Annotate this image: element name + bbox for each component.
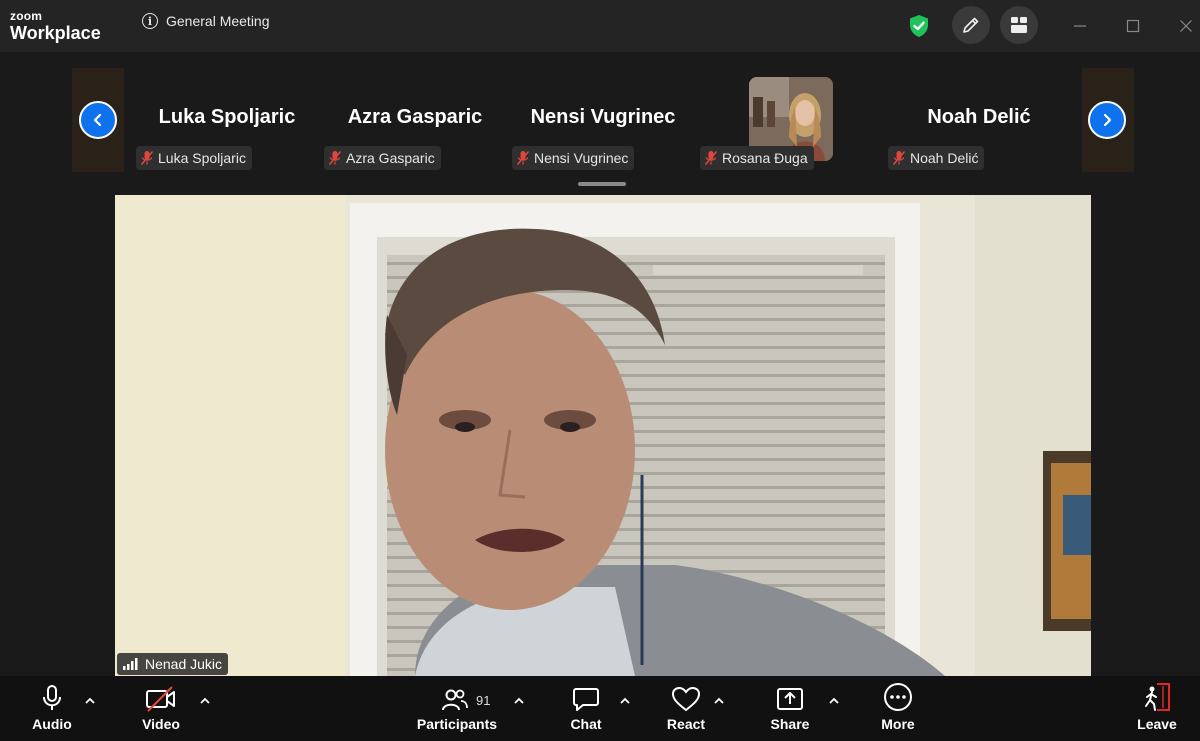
audio-button[interactable]: Audio [24,676,80,741]
more-icon [884,683,912,711]
participant-tile[interactable]: Luka Spoljaric Luka Spoljaric [133,68,321,172]
meeting-info-button[interactable]: i General Meeting [142,13,270,29]
more-button[interactable]: More [872,676,924,741]
close-icon [1180,20,1192,32]
share-screen-icon [777,688,803,710]
mic-muted-icon [516,151,530,165]
participants-count: 91 [476,693,491,708]
strip-next-button[interactable] [1088,101,1126,139]
maximize-button[interactable] [1121,14,1145,38]
participant-display-name: Nensi Vugrinec [530,106,676,128]
chevron-left-icon [93,113,102,127]
brand-small: zoom [10,9,43,23]
chat-options-chevron-icon[interactable] [618,694,632,708]
title-bar: zoom Workplace i General Meeting [0,0,1200,52]
participant-label: Azra Gasparic [324,146,441,170]
participant-label-text: Luka Spoljaric [158,150,246,166]
brand-large: Workplace [10,23,101,43]
signal-strength-icon [123,658,138,670]
audio-label: Audio [32,716,72,732]
meeting-title: General Meeting [166,13,270,29]
maximize-icon [1126,19,1140,33]
speaker-name: Nenad Jukic [145,656,223,672]
participant-label-text: Noah Delić [910,150,979,166]
participant-label: Rosana Đuga [700,146,814,170]
react-options-chevron-icon[interactable] [712,694,726,708]
video-off-icon [146,686,175,712]
leave-label: Leave [1137,716,1177,732]
annotate-button[interactable] [952,6,990,44]
mic-muted-icon [704,151,718,165]
participant-label: Luka Spoljaric [136,146,252,170]
video-options-chevron-icon[interactable] [198,694,212,708]
participant-label-text: Nensi Vugrinec [534,150,629,166]
participant-display-name: Azra Gasparic [347,106,483,128]
participant-label: Nensi Vugrinec [512,146,635,170]
react-button[interactable]: React [660,676,712,741]
participant-label-text: Rosana Đuga [722,150,808,166]
shield-check-icon[interactable] [908,14,930,38]
microphone-icon [43,685,61,710]
minimize-button[interactable] [1068,14,1092,38]
participant-label: Noah Delić [888,146,985,170]
share-button[interactable]: Share [764,676,816,741]
pencil-icon [963,17,979,33]
chat-label: Chat [570,716,602,732]
chat-icon [573,688,599,711]
info-icon: i [142,13,158,29]
react-label: React [666,716,706,732]
chat-button[interactable]: Chat [562,676,610,741]
app-logo: zoom Workplace [10,10,101,42]
participants-options-chevron-icon[interactable] [512,694,526,708]
strip-prev-button[interactable] [79,101,117,139]
participant-tile[interactable]: Nensi Vugrinec Nensi Vugrinec [509,68,697,172]
share-options-chevron-icon[interactable] [827,694,841,708]
participant-display-name: Luka Spoljaric [158,106,296,128]
strip-page-indicator [578,182,626,186]
leave-icon [1145,683,1170,711]
participants-label: Participants [416,716,498,732]
chevron-right-icon [1103,113,1112,127]
mic-muted-icon [140,151,154,165]
share-label: Share [770,716,810,732]
speaker-video-frame [115,195,1091,676]
minimize-icon [1074,25,1086,27]
grid-view-icon [1011,17,1027,33]
more-label: More [881,716,915,732]
participant-tile[interactable]: Azra Gasparic Azra Gasparic [321,68,509,172]
mic-muted-icon [892,151,906,165]
participant-display-name: Noah Delić [927,106,1031,128]
participants-button[interactable]: Participants [414,676,500,741]
audio-options-chevron-icon[interactable] [83,694,97,708]
heart-icon [671,686,701,712]
view-button[interactable] [1000,6,1038,44]
active-speaker-video[interactable] [115,195,1091,676]
leave-button[interactable]: Leave [1132,676,1182,741]
speaker-name-label: Nenad Jukic [117,653,229,675]
participants-icon [442,689,468,711]
close-button[interactable] [1174,14,1198,38]
participant-label-text: Azra Gasparic [346,150,435,166]
participant-tile[interactable]: Noah Delić Noah Delić [885,68,1073,172]
participant-tile[interactable]: Rosana Đuga [697,68,885,172]
video-label: Video [142,716,180,732]
video-button[interactable]: Video [133,676,189,741]
mic-muted-icon [328,151,342,165]
